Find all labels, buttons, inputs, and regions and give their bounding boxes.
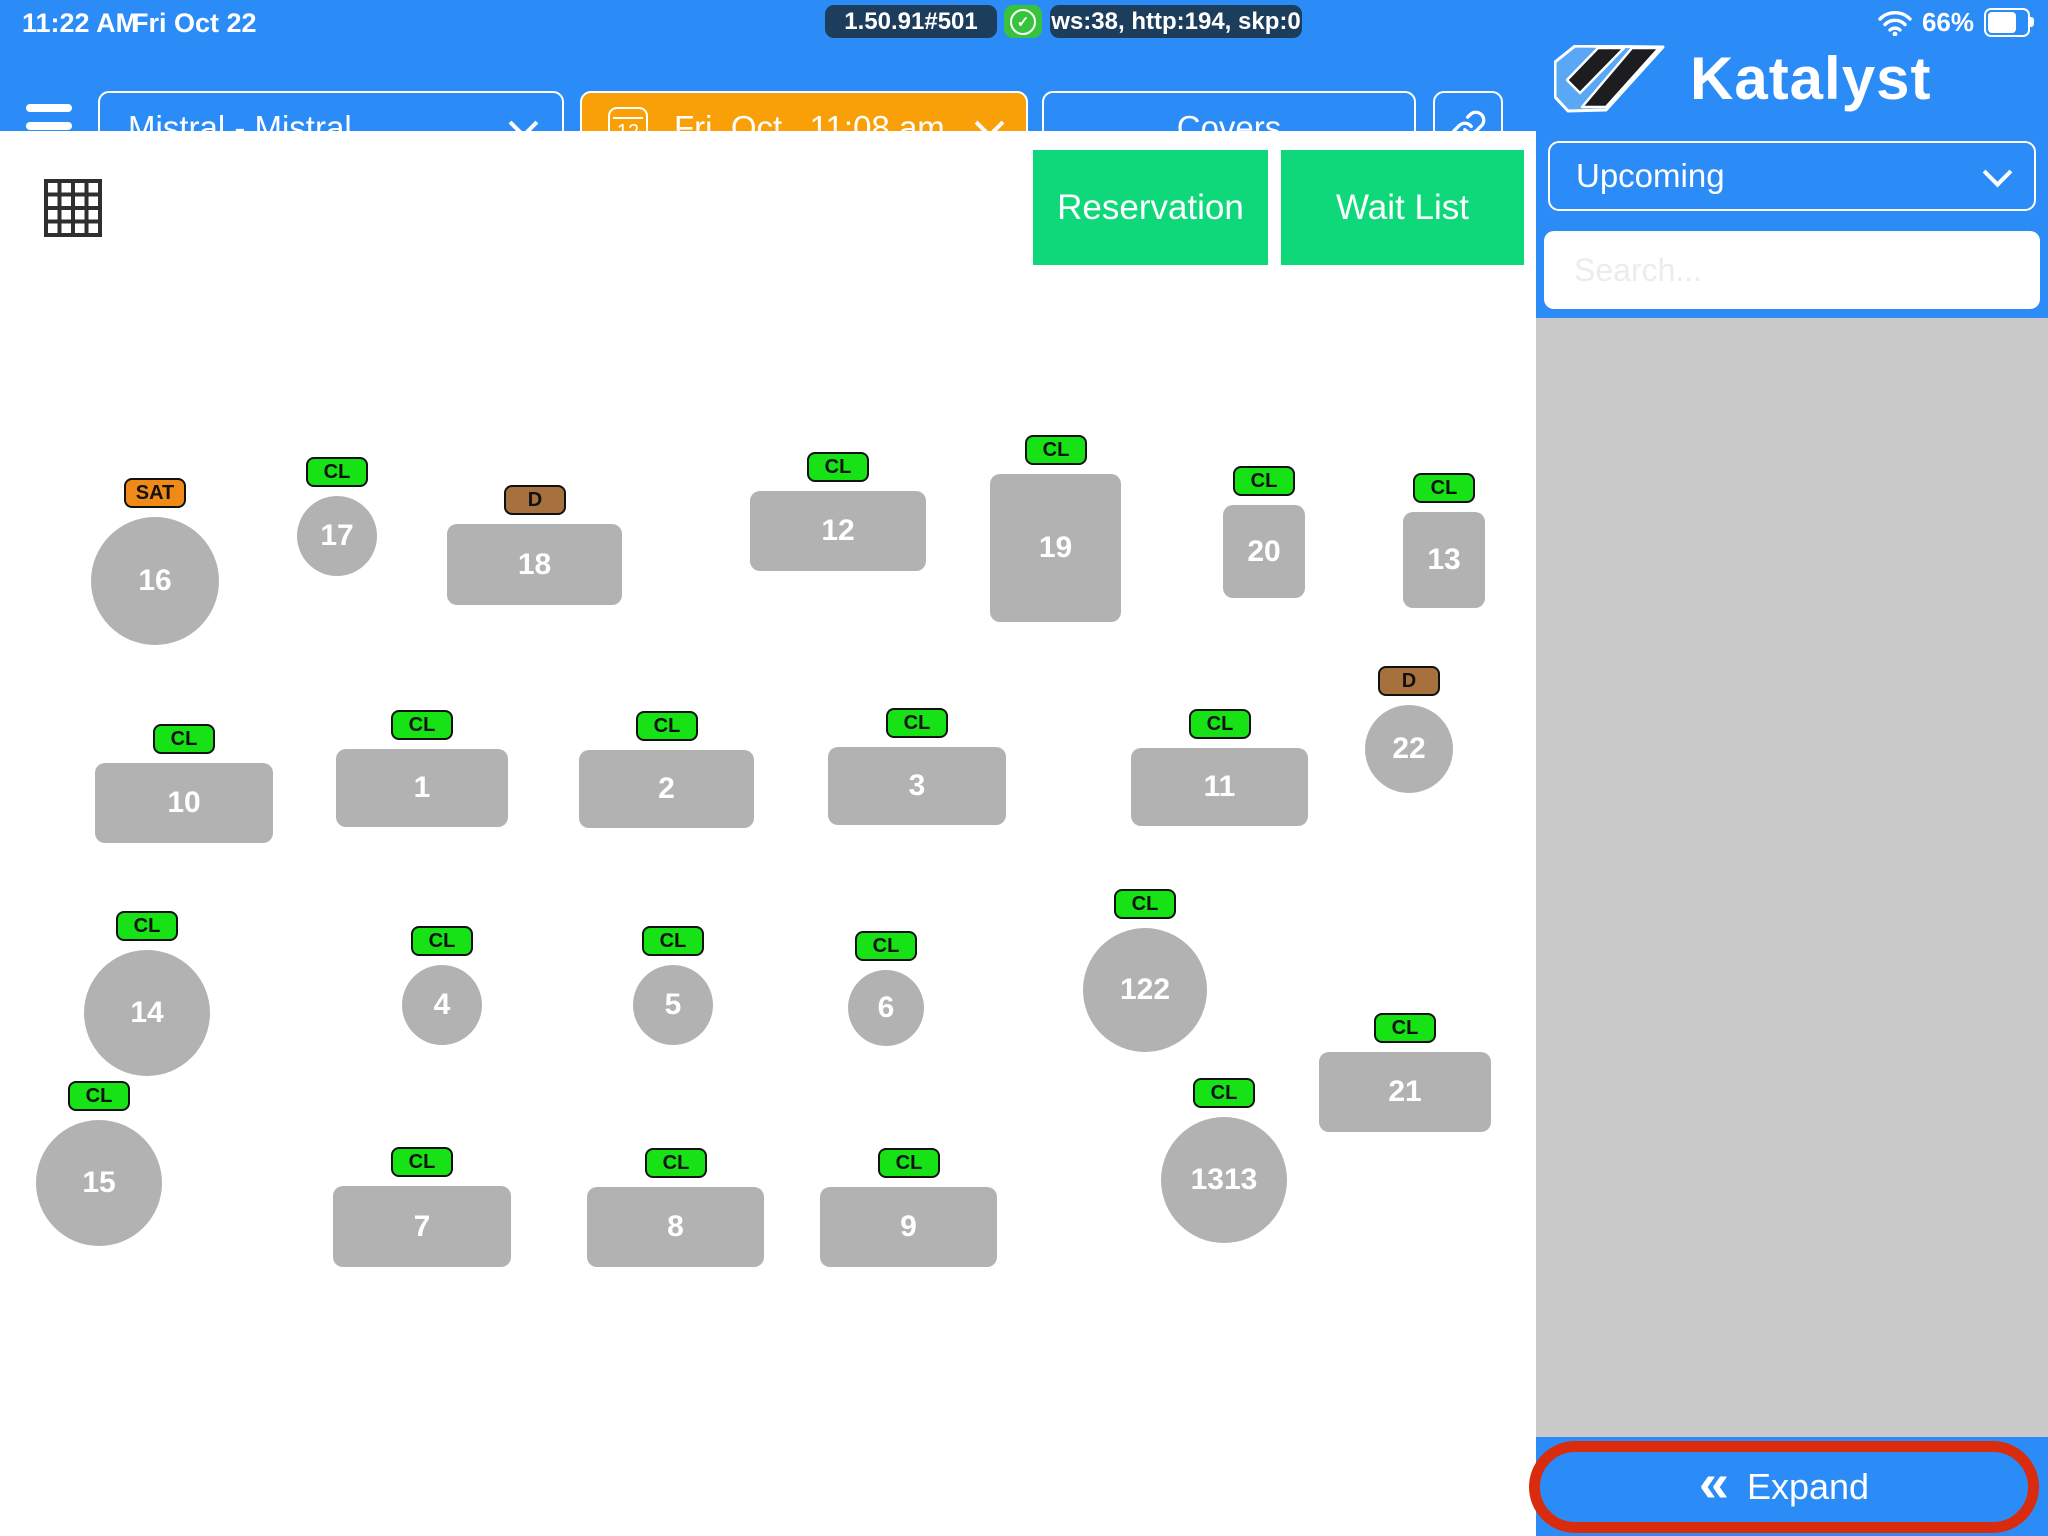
table-number: 8 xyxy=(667,1210,684,1243)
table-18-status-badge: D xyxy=(504,485,566,515)
connection-ok-badge: ✓ xyxy=(1004,5,1042,38)
table-9-status-badge: CL xyxy=(878,1148,940,1178)
floor-plan: Reservation Wait List 16 SAT 17 CL 18 D 12 CL 19… xyxy=(0,131,1536,1536)
table-number: 7 xyxy=(413,1209,431,1243)
double-chevron-left-icon: « xyxy=(1698,1453,1729,1513)
table-18[interactable]: 18 xyxy=(447,524,622,605)
table-15[interactable]: 15 xyxy=(36,1120,162,1246)
clock-time: 11:22 AM xyxy=(22,8,139,38)
table-12-status-badge: CL xyxy=(807,452,869,482)
wifi-icon xyxy=(1878,10,1912,36)
reservation-filter-dropdown[interactable]: Upcoming xyxy=(1548,141,2036,211)
table-10-status-badge: CL xyxy=(153,724,215,754)
table-4-status-badge: CL xyxy=(411,926,473,956)
table-17[interactable]: 17 xyxy=(297,496,377,576)
table-11[interactable]: 11 xyxy=(1131,748,1308,826)
table-15-status-badge: CL xyxy=(68,1081,130,1111)
floor-grid-icon[interactable] xyxy=(43,178,103,238)
table-9[interactable]: 9 xyxy=(820,1187,997,1267)
table-3-status-badge: CL xyxy=(886,708,948,738)
table-number: 5 xyxy=(664,988,682,1021)
table-number: 1 xyxy=(413,771,431,804)
table-22[interactable]: 22 xyxy=(1365,705,1453,793)
table-3[interactable]: 3 xyxy=(828,747,1006,825)
table-number: 16 xyxy=(138,564,172,597)
table-16[interactable]: 16 xyxy=(91,517,219,645)
table-5[interactable]: 5 xyxy=(633,965,713,1045)
table-14[interactable]: 14 xyxy=(84,950,210,1076)
brand-name: Katalyst xyxy=(1690,45,1932,112)
table-20-status-badge: CL xyxy=(1233,466,1295,496)
status-bar: 11:22 AM Fri Oct 22 1.50.91#501 ✓ ws:38,… xyxy=(0,0,2048,43)
table-16-status-badge: SAT xyxy=(124,478,186,508)
table-22-status-badge: D xyxy=(1378,666,1440,696)
table-8-status-badge: CL xyxy=(645,1148,707,1178)
table-number: 22 xyxy=(1392,732,1426,765)
table-number: 21 xyxy=(1388,1075,1422,1108)
table-10[interactable]: 10 xyxy=(95,763,273,843)
katalyst-logo-icon xyxy=(1554,44,1665,112)
table-number: 2 xyxy=(658,772,675,805)
battery-icon xyxy=(1984,8,2034,37)
version-badge: 1.50.91#501 xyxy=(825,5,997,38)
table-number: 20 xyxy=(1247,534,1281,568)
table-122[interactable]: 122 xyxy=(1083,928,1207,1052)
search-input[interactable] xyxy=(1544,231,2040,309)
sidebar-header: Upcoming xyxy=(1536,131,2048,318)
table-11-status-badge: CL xyxy=(1189,709,1251,739)
top-bar: 11:22 AM Fri Oct 22 1.50.91#501 ✓ ws:38,… xyxy=(0,0,2048,164)
table-number: 10 xyxy=(167,786,201,819)
table-1313-status-badge: CL xyxy=(1193,1078,1255,1108)
table-7-status-badge: CL xyxy=(391,1147,453,1177)
table-number: 19 xyxy=(1038,531,1073,564)
table-122-status-badge: CL xyxy=(1114,889,1176,919)
table-number: 1313 xyxy=(1190,1163,1258,1196)
table-1-status-badge: CL xyxy=(391,710,453,740)
table-7[interactable]: 7 xyxy=(333,1186,511,1267)
table-number: 6 xyxy=(877,991,895,1024)
table-2-status-badge: CL xyxy=(636,711,698,741)
table-1313[interactable]: 1313 xyxy=(1161,1117,1287,1243)
table-19[interactable]: 19 xyxy=(990,474,1121,622)
brand-logo: Katalyst xyxy=(1554,44,1931,113)
table-19-status-badge: CL xyxy=(1025,435,1087,465)
table-8[interactable]: 8 xyxy=(587,1187,764,1267)
table-13-status-badge: CL xyxy=(1413,473,1475,503)
reservation-filter-value: Upcoming xyxy=(1576,157,1725,194)
chevron-down-icon xyxy=(1982,157,2013,187)
table-number: 13 xyxy=(1427,543,1461,576)
table-21-status-badge: CL xyxy=(1374,1013,1436,1043)
table-12[interactable]: 12 xyxy=(750,491,926,571)
reservation-button[interactable]: Reservation xyxy=(1033,150,1268,265)
table-number: 14 xyxy=(130,996,164,1029)
table-21[interactable]: 21 xyxy=(1319,1052,1491,1132)
websocket-stats-badge: ws:38, http:194, skp:0 xyxy=(1050,5,1302,38)
table-6-status-badge: CL xyxy=(855,931,917,961)
table-2[interactable]: 2 xyxy=(579,750,754,828)
clock-date: Fri Oct 22 xyxy=(132,8,257,38)
table-1[interactable]: 1 xyxy=(336,749,508,827)
table-4[interactable]: 4 xyxy=(402,965,482,1045)
table-6[interactable]: 6 xyxy=(848,970,924,1046)
table-number: 18 xyxy=(517,547,552,581)
table-17-status-badge: CL xyxy=(306,457,368,487)
table-number: 4 xyxy=(433,988,451,1021)
check-circle-icon: ✓ xyxy=(1010,8,1036,35)
table-14-status-badge: CL xyxy=(116,911,178,941)
table-20[interactable]: 20 xyxy=(1223,505,1305,598)
waitlist-button[interactable]: Wait List xyxy=(1281,150,1524,265)
expand-button[interactable]: « Expand xyxy=(1529,1441,2039,1533)
table-number: 15 xyxy=(82,1166,116,1199)
table-number: 12 xyxy=(821,514,855,547)
table-number: 11 xyxy=(1203,770,1236,803)
table-number: 3 xyxy=(908,769,926,802)
table-5-status-badge: CL xyxy=(642,926,704,956)
battery-percent: 66% xyxy=(1921,7,1974,37)
table-13[interactable]: 13 xyxy=(1403,512,1485,608)
reservation-list-empty xyxy=(1536,318,2048,1437)
table-number: 17 xyxy=(320,519,354,552)
table-number: 122 xyxy=(1119,973,1171,1006)
table-number: 9 xyxy=(900,1210,917,1243)
